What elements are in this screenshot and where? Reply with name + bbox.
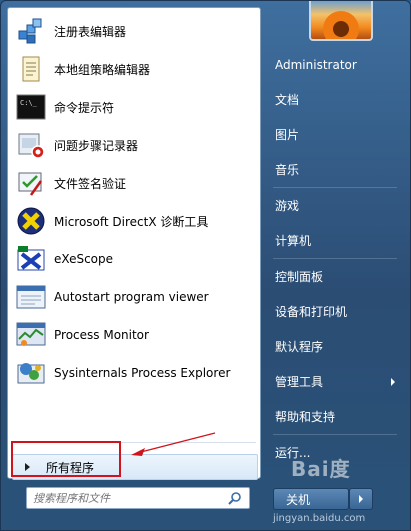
program-label: Microsoft DirectX 诊断工具 xyxy=(54,214,209,229)
exescope-icon xyxy=(15,243,47,275)
menu-item-devices-printers[interactable]: 设备和打印机 xyxy=(265,294,405,329)
autostart-viewer-icon xyxy=(15,281,47,313)
menu-item-computer[interactable]: 计算机 xyxy=(265,223,405,258)
annotation-highlight-box xyxy=(11,441,121,477)
menu-item-music[interactable]: 音乐 xyxy=(265,152,405,187)
list-item[interactable]: Process Monitor xyxy=(12,316,256,354)
shutdown-label: 关机 xyxy=(286,492,311,507)
menu-item-label: 图片 xyxy=(275,128,300,142)
list-item[interactable]: eXeScope xyxy=(12,240,256,278)
process-explorer-icon xyxy=(15,357,47,389)
menu-item-label: 控制面板 xyxy=(275,270,324,284)
shutdown-button[interactable]: 关机 xyxy=(273,488,349,510)
menu-item-label: 管理工具 xyxy=(275,375,324,389)
menu-item-administrator[interactable]: Administrator xyxy=(265,47,405,82)
user-avatar[interactable] xyxy=(309,1,373,41)
program-label: 文件签名验证 xyxy=(54,176,127,191)
group-policy-icon xyxy=(15,53,47,85)
menu-item-label: 计算机 xyxy=(275,234,312,248)
search-icon[interactable] xyxy=(227,490,243,506)
program-label: Process Monitor xyxy=(54,328,149,342)
menu-item-games[interactable]: 游戏 xyxy=(265,188,405,223)
list-item[interactable]: C:\_ 命令提示符 xyxy=(12,88,256,126)
program-label: 命令提示符 xyxy=(54,100,115,115)
search-area xyxy=(7,481,261,527)
right-menu-list: Administrator 文档 图片 音乐 游戏 计算机 控制面板 设备和打印… xyxy=(265,47,405,470)
menu-item-default-programs[interactable]: 默认程序 xyxy=(265,329,405,364)
menu-item-label: 设备和打印机 xyxy=(275,305,348,319)
menu-item-label: Administrator xyxy=(275,57,357,72)
watermark-url: jingyan.baidu.com xyxy=(273,513,366,524)
list-item[interactable]: 本地组策略编辑器 xyxy=(12,50,256,88)
menu-item-documents[interactable]: 文档 xyxy=(265,82,405,117)
flower-icon xyxy=(323,11,359,39)
start-menu: 注册表编辑器 本地组策略编辑器 C:\_ 命令提示符 问题步骤记录器 文件签名验… xyxy=(0,0,411,531)
list-item[interactable]: 注册表编辑器 xyxy=(12,12,256,50)
menu-item-label: 默认程序 xyxy=(275,340,324,354)
list-item[interactable]: Sysinternals Process Explorer xyxy=(12,354,256,392)
program-label: eXeScope xyxy=(54,252,114,266)
menu-item-label: 游戏 xyxy=(275,199,300,213)
baidu-watermark: Bai度 xyxy=(291,457,351,481)
registry-editor-icon xyxy=(15,15,47,47)
menu-item-label: 帮助和支持 xyxy=(275,410,336,424)
program-label: 问题步骤记录器 xyxy=(54,138,139,153)
list-item[interactable]: Autostart program viewer xyxy=(12,278,256,316)
program-label: Autostart program viewer xyxy=(54,290,209,304)
search-input[interactable] xyxy=(26,487,250,509)
process-monitor-icon xyxy=(15,319,47,351)
chevron-right-icon xyxy=(391,377,395,386)
svg-text:C:\_: C:\_ xyxy=(20,99,38,107)
annotation-arrow-icon xyxy=(131,432,216,456)
list-item[interactable]: 问题步骤记录器 xyxy=(12,126,256,164)
shutdown-options-button[interactable] xyxy=(349,488,373,510)
menu-item-control-panel[interactable]: 控制面板 xyxy=(265,259,405,294)
pinned-programs-list: 注册表编辑器 本地组策略编辑器 C:\_ 命令提示符 问题步骤记录器 文件签名验… xyxy=(12,12,256,392)
list-item[interactable]: Microsoft DirectX 诊断工具 xyxy=(12,202,256,240)
file-signature-icon xyxy=(15,167,47,199)
list-item[interactable]: 文件签名验证 xyxy=(12,164,256,202)
menu-item-help-support[interactable]: 帮助和支持 xyxy=(265,399,405,434)
menu-item-pictures[interactable]: 图片 xyxy=(265,117,405,152)
program-label: 注册表编辑器 xyxy=(54,24,127,39)
steps-recorder-icon xyxy=(15,129,47,161)
command-prompt-icon: C:\_ xyxy=(15,91,47,123)
program-label: 本地组策略编辑器 xyxy=(54,62,151,77)
menu-item-label: 音乐 xyxy=(275,163,300,177)
programs-pane: 注册表编辑器 本地组策略编辑器 C:\_ 命令提示符 问题步骤记录器 文件签名验… xyxy=(7,7,261,480)
program-label: Sysinternals Process Explorer xyxy=(54,366,231,380)
menu-item-label: 文档 xyxy=(275,93,300,107)
chevron-right-icon xyxy=(359,495,363,503)
menu-item-admin-tools[interactable]: 管理工具 xyxy=(265,364,405,399)
directx-icon xyxy=(15,205,47,237)
